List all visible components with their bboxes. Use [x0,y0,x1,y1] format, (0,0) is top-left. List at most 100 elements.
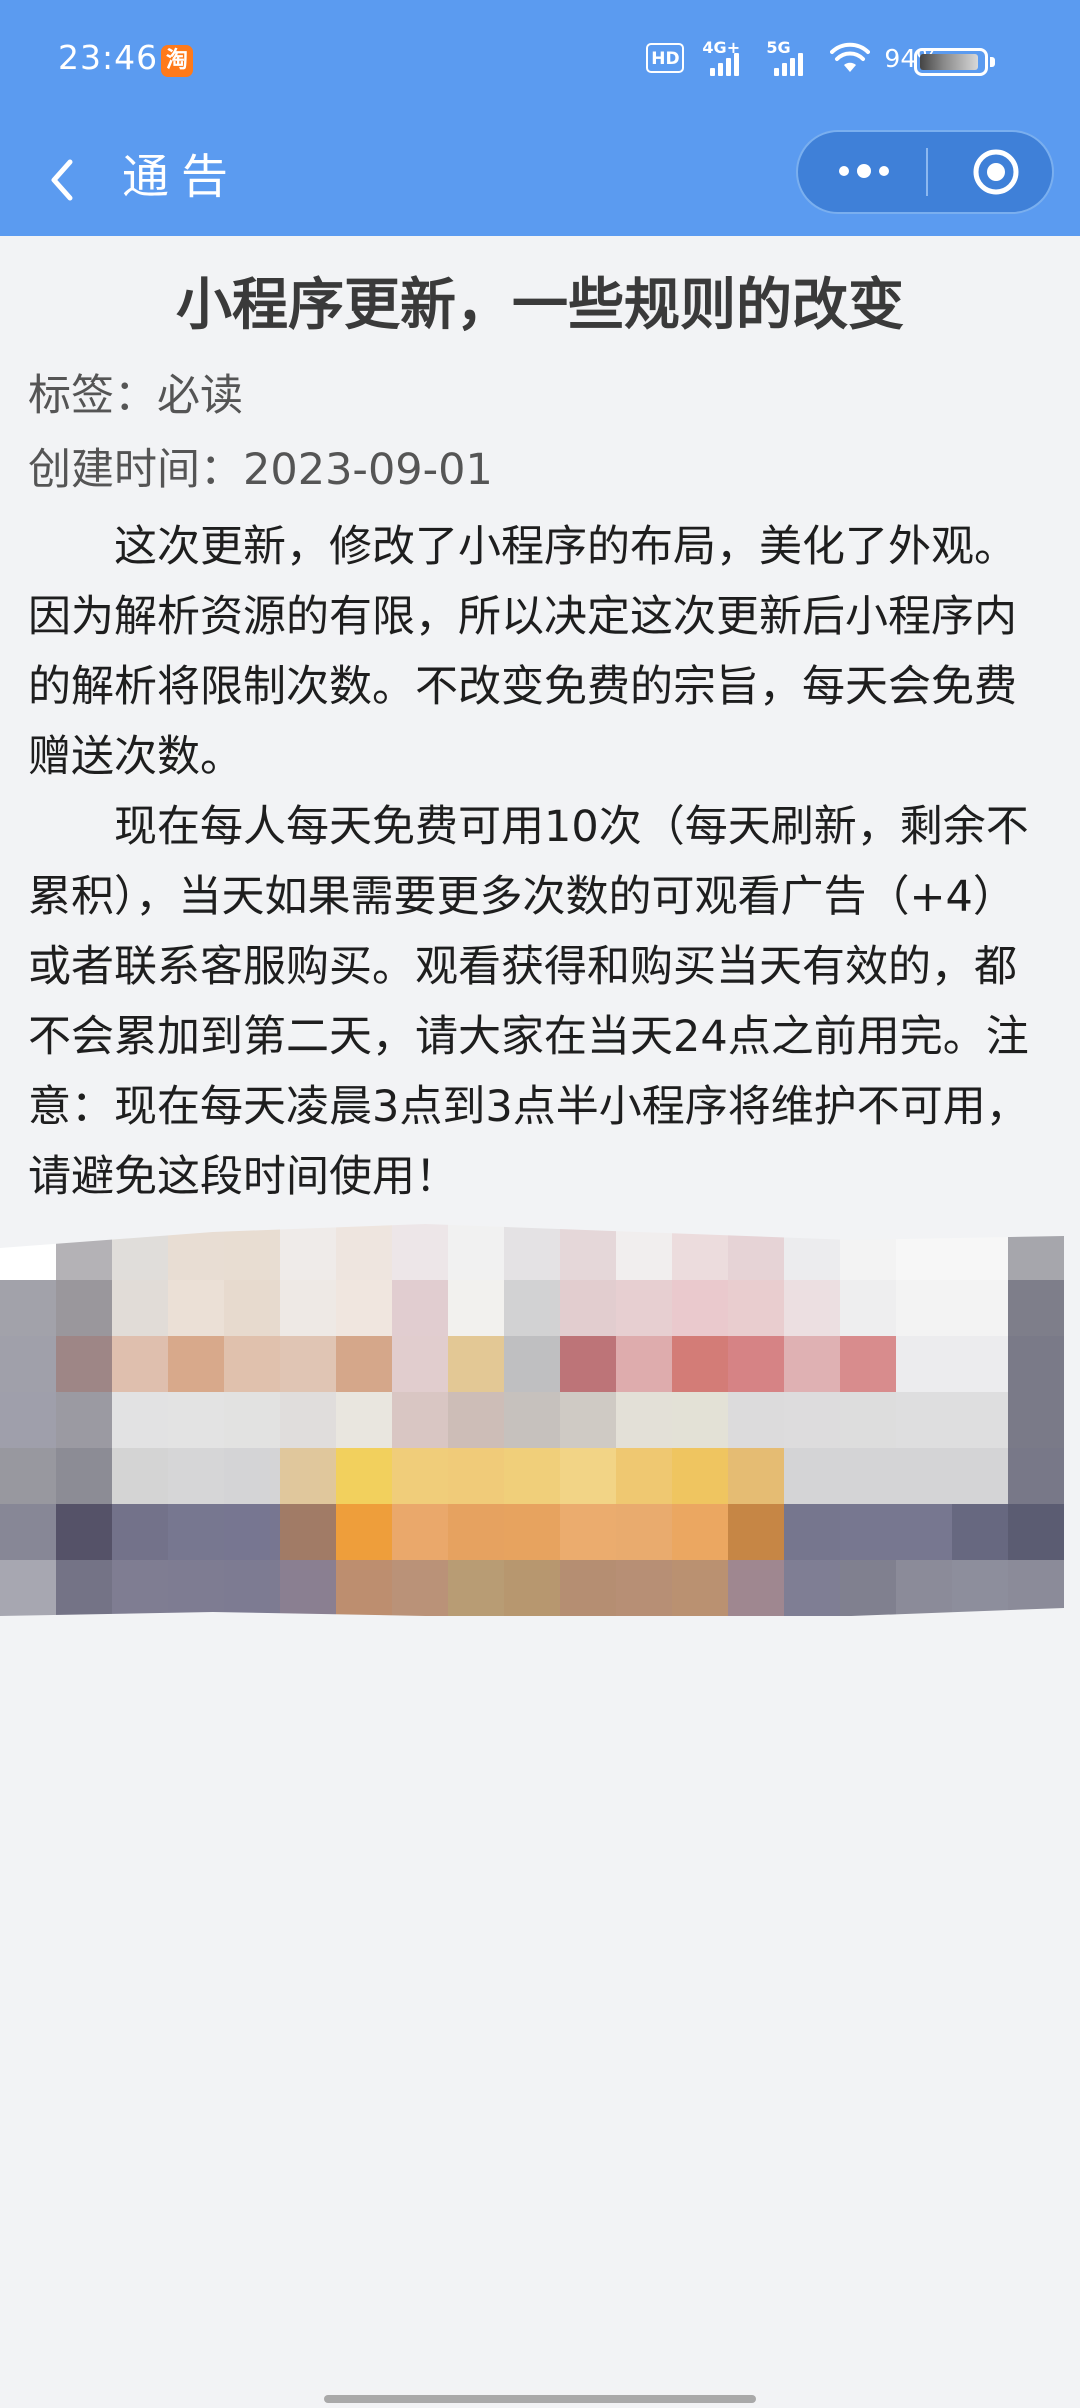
mosaic-cell [112,1280,168,1336]
mosaic-cell [504,1504,560,1560]
mosaic-cell [672,1224,728,1280]
mosaic-cell [784,1560,840,1616]
mosaic-cell [168,1560,224,1616]
mosaic-cell [336,1504,392,1560]
mosaic-cell [0,1280,56,1336]
mosaic-cell [336,1224,392,1280]
mosaic-cell [896,1224,952,1280]
close-miniapp-button[interactable] [928,132,1052,212]
mosaic-cell [560,1280,616,1336]
mosaic-cell [672,1392,728,1448]
mosaic-cell [448,1448,504,1504]
mosaic-cell [112,1448,168,1504]
mosaic-cell [280,1224,336,1280]
mosaic-cell [560,1336,616,1392]
mosaic-cell [0,1392,56,1448]
network-4g-icon: 4G+ [702,38,748,76]
mosaic-cell [504,1448,560,1504]
mosaic-cell [392,1392,448,1448]
mosaic-cell [728,1224,784,1280]
mosaic-cell [672,1280,728,1336]
mosaic-cell [336,1280,392,1336]
mosaic-cell [1008,1448,1064,1504]
mosaic-cell [336,1392,392,1448]
mosaic-cell [616,1448,672,1504]
back-button[interactable] [30,144,100,214]
mosaic-cell [896,1392,952,1448]
mosaic-cell [392,1504,448,1560]
mosaic-cell [616,1336,672,1392]
mosaic-cell [112,1392,168,1448]
mosaic-cell [448,1280,504,1336]
mosaic-cell [616,1560,672,1616]
mosaic-cell [224,1336,280,1392]
page-title: 通告 [122,150,240,205]
battery-icon [914,48,995,76]
mosaic-cell [952,1392,1008,1448]
mosaic-cell [896,1560,952,1616]
mosaic-cell [168,1448,224,1504]
mosaic-cell [168,1280,224,1336]
more-button[interactable] [798,132,926,212]
mosaic-cell [896,1448,952,1504]
mosaic-cell [784,1336,840,1392]
mosaic-cell [952,1560,1008,1616]
network-5g-icon: 5G [766,38,812,76]
mosaic-cell [168,1224,224,1280]
mosaic-cell [280,1280,336,1336]
mosaic-cell [1008,1392,1064,1448]
mosaic-cell [280,1504,336,1560]
mosaic-cell [616,1224,672,1280]
mosaic-cell [392,1448,448,1504]
mosaic-cell [224,1448,280,1504]
mosaic-cell [224,1280,280,1336]
article-body: 这次更新，修改了小程序的布局，美化了外观。因为解析资源的有限，所以决定这次更新后… [28,512,1054,1212]
mosaic-cell [1008,1224,1064,1280]
mosaic-cell [280,1448,336,1504]
mosaic-cell [616,1392,672,1448]
mosaic-cell [280,1560,336,1616]
mosaic-cell [224,1224,280,1280]
mosaic-cell [56,1504,112,1560]
mosaic-cell [784,1448,840,1504]
status-time: 23:46 [58,38,159,77]
mosaic-cell [784,1224,840,1280]
mosaic-cell [560,1224,616,1280]
mosaic-cell [840,1448,896,1504]
mosaic-cell [1008,1560,1064,1616]
mosaic-cell [560,1504,616,1560]
mosaic-cell [952,1336,1008,1392]
mosaic-cell [728,1504,784,1560]
more-dots-icon [839,164,889,178]
mosaic-cell [560,1392,616,1448]
mosaic-cell [784,1392,840,1448]
mosaic-cell [840,1336,896,1392]
mosaic-cell [168,1504,224,1560]
mosaic-cell [784,1280,840,1336]
mosaic-cell [224,1392,280,1448]
mosaic-grid [0,1224,1064,1624]
mosaic-cell [840,1224,896,1280]
mosaic-cell [112,1336,168,1392]
mosaic-cell [336,1448,392,1504]
mosaic-cell [840,1504,896,1560]
mosaic-cell [168,1336,224,1392]
mosaic-cell [504,1336,560,1392]
mosaic-cell [224,1504,280,1560]
mosaic-cell [448,1392,504,1448]
status-indicators: HD 4G+ 5G 94% [646,38,940,76]
article-tag: 标签：必读 [28,371,243,421]
mosaic-cell [672,1504,728,1560]
mosaic-cell [840,1392,896,1448]
home-indicator[interactable] [324,2395,756,2403]
hd-icon: HD [646,43,685,73]
target-icon [973,149,1019,195]
mosaic-cell [336,1336,392,1392]
pixelated-image[interactable] [0,1224,1064,1624]
article-paragraph: 这次更新，修改了小程序的布局，美化了外观。因为解析资源的有限，所以决定这次更新后… [28,522,1017,782]
mosaic-cell [168,1392,224,1448]
mosaic-cell [896,1336,952,1392]
mosaic-cell [1008,1280,1064,1336]
mosaic-cell [728,1560,784,1616]
mosaic-cell [952,1448,1008,1504]
